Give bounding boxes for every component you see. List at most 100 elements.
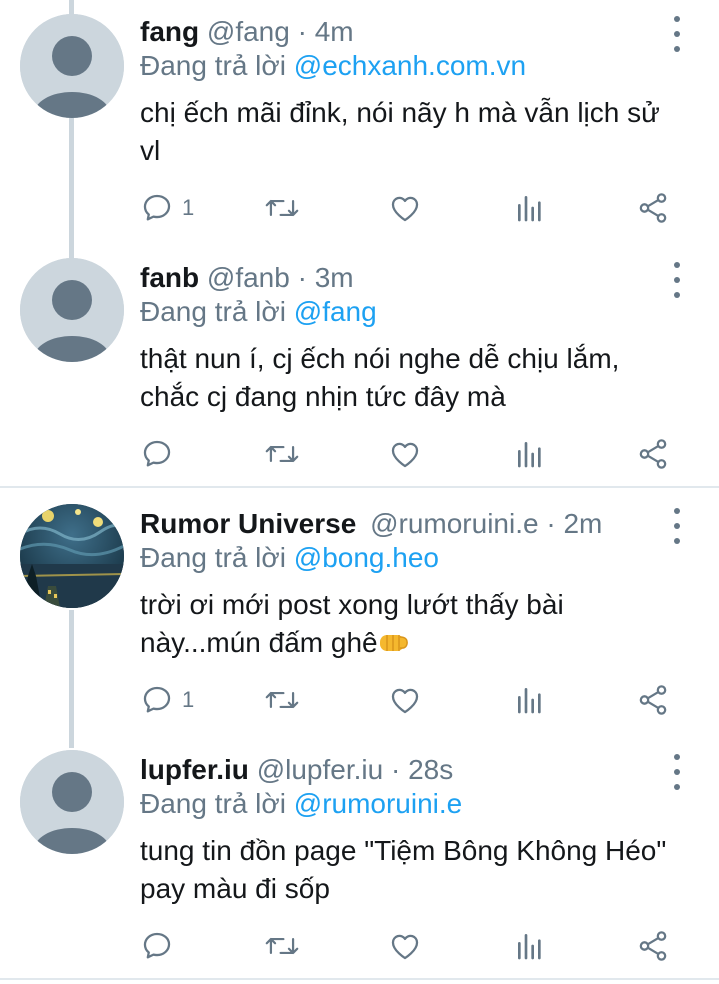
tweet-header: fang @fang · 4m [140, 12, 354, 52]
action-bar: 1 [140, 680, 680, 720]
user-handle[interactable]: @lupfer.iu [257, 754, 384, 785]
reply-context: Đang trả lời @bong.heo [140, 540, 439, 576]
like-button[interactable] [388, 680, 422, 720]
more-icon[interactable] [667, 754, 687, 790]
user-handle[interactable]: @fang [207, 16, 290, 47]
avatar[interactable] [20, 14, 124, 118]
timestamp[interactable]: 28s [408, 754, 453, 785]
starry-night-avatar-icon [20, 504, 124, 608]
analytics-icon [518, 196, 541, 222]
analytics-button[interactable] [514, 926, 546, 966]
share-icon [639, 685, 667, 715]
more-icon[interactable] [667, 262, 687, 298]
display-name[interactable]: fanb [140, 262, 199, 293]
tweet-text: thật nun í, cj ếch nói nghe dễ chịu lắm,… [140, 343, 620, 412]
reply-prefix: Đang trả lời [140, 50, 286, 81]
retweet-button[interactable] [264, 926, 300, 966]
retweet-icon [265, 199, 299, 217]
action-bar: 1 [140, 188, 680, 228]
analytics-button[interactable] [514, 434, 546, 474]
share-icon [639, 931, 667, 961]
more-icon[interactable] [667, 508, 687, 544]
separator: · [297, 262, 307, 293]
reply-prefix: Đang trả lời [140, 542, 286, 573]
separator: · [297, 16, 307, 47]
share-button[interactable] [636, 188, 670, 228]
analytics-button[interactable] [514, 680, 546, 720]
reply-count: 1 [182, 195, 195, 220]
action-bar [140, 926, 680, 966]
reply-count: 1 [182, 687, 195, 712]
avatar[interactable] [20, 750, 124, 854]
tweet[interactable]: fang @fang · 4m Đang trả lời @echxanh.co… [0, 12, 719, 242]
reply-context: Đang trả lời @fang [140, 294, 377, 330]
timestamp[interactable]: 2m [563, 508, 602, 539]
tweet-header: Rumor Universe @rumoruini.e · 2m [140, 504, 602, 544]
fist-emoji [379, 635, 408, 651]
like-button[interactable] [388, 926, 422, 966]
like-icon [391, 196, 419, 222]
retweet-icon [265, 937, 299, 955]
like-icon [391, 442, 419, 468]
tweet[interactable]: lupfer.iu @lupfer.iu · 28s Đang trả lời … [0, 750, 719, 972]
share-button[interactable] [636, 926, 670, 966]
analytics-icon [518, 688, 541, 714]
action-bar [140, 434, 680, 474]
display-name[interactable]: Rumor Universe [140, 508, 356, 539]
user-handle[interactable]: @fanb [207, 262, 290, 293]
reply-icon [143, 686, 171, 713]
retweet-button[interactable] [264, 188, 300, 228]
like-button[interactable] [388, 434, 422, 474]
default-avatar-icon [20, 750, 124, 854]
bottom-divider [0, 978, 719, 980]
tweet-header: fanb @fanb · 3m [140, 258, 354, 298]
tweet-text: tung tin đồn page "Tiệm Bông Không Héo" … [140, 835, 667, 904]
user-handle[interactable]: @rumoruini.e [370, 508, 538, 539]
analytics-icon [518, 934, 541, 960]
reply-prefix: Đang trả lời [140, 296, 286, 327]
retweet-icon [265, 691, 299, 709]
avatar[interactable] [20, 504, 124, 608]
like-button[interactable] [388, 188, 422, 228]
more-icon[interactable] [667, 16, 687, 52]
separator: · [546, 508, 556, 539]
reply-to-handle[interactable]: @bong.heo [294, 542, 439, 573]
reply-icon [143, 440, 171, 467]
timestamp[interactable]: 4m [315, 16, 354, 47]
retweet-button[interactable] [264, 434, 300, 474]
reply-to-handle[interactable]: @rumoruini.e [294, 788, 462, 819]
share-button[interactable] [636, 434, 670, 474]
tweet[interactable]: Rumor Universe @rumoruini.e · 2m Đang tr… [0, 504, 719, 728]
separator: · [390, 754, 401, 785]
tweet-header: lupfer.iu @lupfer.iu · 28s [140, 750, 453, 790]
timestamp[interactable]: 3m [315, 262, 354, 293]
share-icon [639, 193, 667, 223]
reply-button[interactable]: 1 [140, 680, 194, 720]
reply-icon [143, 932, 171, 959]
avatar[interactable] [20, 258, 124, 362]
reply-to-handle[interactable]: @fang [294, 296, 377, 327]
reply-context: Đang trả lời @rumoruini.e [140, 786, 462, 822]
tweet-text-container: trời ơi mới post xong lướt thấy bài này.… [140, 586, 680, 662]
reply-prefix: Đang trả lời [140, 788, 286, 819]
reply-icon [143, 194, 171, 221]
share-button[interactable] [636, 680, 670, 720]
thread-divider [0, 486, 719, 488]
display-name[interactable]: lupfer.iu [140, 754, 249, 785]
reply-to-handle[interactable]: @echxanh.com.vn [294, 50, 526, 81]
reply-button[interactable] [140, 926, 182, 966]
like-icon [391, 934, 419, 960]
reply-context: Đang trả lời @echxanh.com.vn [140, 48, 526, 84]
tweet-text: chị ếch mãi đỉnk, nói nãy h mà vẫn lịch … [140, 97, 660, 166]
tweet[interactable]: fanb @fanb · 3m Đang trả lời @fang thật … [0, 258, 719, 480]
retweet-button[interactable] [264, 680, 300, 720]
like-icon [391, 688, 419, 714]
reply-button[interactable] [140, 434, 182, 474]
share-icon [639, 439, 667, 469]
reply-button[interactable]: 1 [140, 188, 194, 228]
analytics-button[interactable] [514, 188, 546, 228]
analytics-icon [518, 442, 541, 468]
display-name[interactable]: fang [140, 16, 199, 47]
retweet-icon [265, 445, 299, 463]
default-avatar-icon [20, 258, 124, 362]
